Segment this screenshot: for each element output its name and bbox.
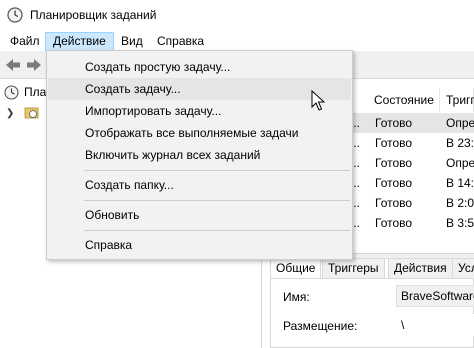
clock-icon <box>7 7 23 23</box>
location-label: Размещение: <box>283 319 358 333</box>
menu-bar: Файл Действие Вид Справка <box>0 30 474 51</box>
menu-separator <box>84 170 350 171</box>
menu-item-create-basic-task[interactable]: Создать простую задачу... <box>48 56 351 78</box>
tree-item-library[interactable]: ❯ <box>0 102 46 122</box>
menu-item-create-task[interactable]: Создать задачу... <box>48 78 351 100</box>
name-field[interactable]: BraveSoftware <box>396 285 474 307</box>
task-details-panel: Имя: BraveSoftware Размещение: \ <box>270 278 474 348</box>
menu-item-enable-history[interactable]: Включить журнал всех заданий <box>48 144 351 166</box>
tab-actions[interactable]: Действия <box>388 258 453 278</box>
tree-item-root[interactable]: Плані <box>0 82 56 102</box>
tab-general[interactable]: Общие <box>270 258 322 278</box>
menu-item-import-task[interactable]: Импортировать задачу... <box>48 100 351 122</box>
folder-clock-icon <box>24 107 39 119</box>
tab-conditions[interactable]: Усл <box>452 258 474 278</box>
back-arrow-icon[interactable] <box>4 56 22 74</box>
location-field[interactable]: \ <box>396 314 474 336</box>
column-header-trigger[interactable]: Тригг <box>440 88 474 112</box>
menu-action[interactable]: Действие <box>45 32 114 51</box>
title-bar: Планировщик заданий <box>0 0 474 30</box>
menu-item-refresh[interactable]: Обновить <box>48 204 351 226</box>
menu-item-create-folder[interactable]: Создать папку... <box>48 174 351 196</box>
tab-triggers[interactable]: Триггеры <box>322 258 385 278</box>
menu-item-help[interactable]: Справка <box>48 234 351 256</box>
menu-view[interactable]: Вид <box>114 32 150 51</box>
action-dropdown-menu: Создать простую задачу... Создать задачу… <box>46 50 353 260</box>
menu-separator <box>84 200 350 201</box>
forward-arrow-icon[interactable] <box>25 56 43 74</box>
menu-item-show-running-tasks[interactable]: Отображать все выполняемые задачи <box>48 122 351 144</box>
column-header-status[interactable]: Состояние <box>368 88 440 112</box>
window-title: Планировщик заданий <box>30 8 157 22</box>
menu-help[interactable]: Справка <box>150 32 211 51</box>
chevron-right-icon[interactable]: ❯ <box>6 104 14 124</box>
detail-tabs: Общие Триггеры Действия Усл <box>270 258 474 278</box>
menu-file[interactable]: Файл <box>3 32 47 51</box>
name-label: Имя: <box>283 290 310 304</box>
mouse-cursor-icon <box>311 90 325 111</box>
clock-icon <box>4 85 19 100</box>
menu-separator <box>84 230 350 231</box>
